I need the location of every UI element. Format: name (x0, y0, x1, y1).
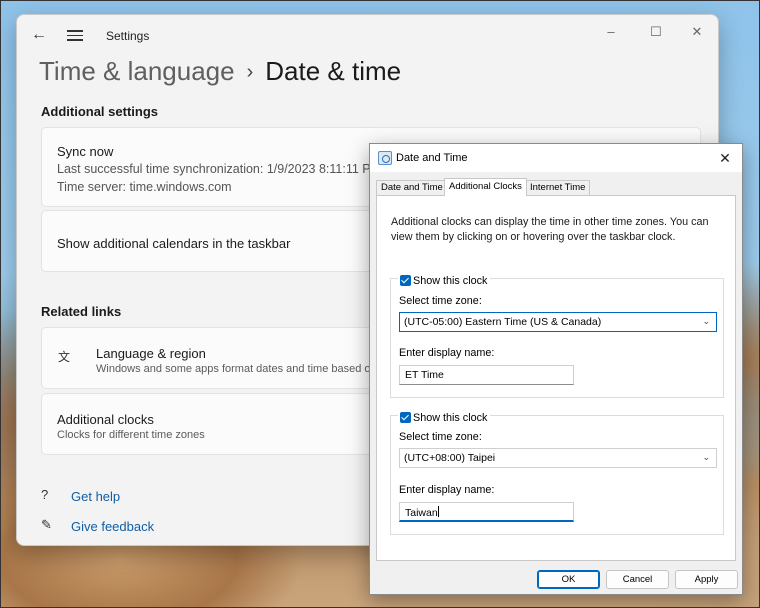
tab-additional-clocks[interactable]: Additional Clocks (444, 178, 527, 196)
dialog-close-icon[interactable]: ✕ (716, 149, 734, 167)
display-name-2-value: Taiwan (405, 507, 438, 519)
breadcrumb-parent[interactable]: Time & language (39, 56, 235, 86)
apply-button[interactable]: Apply (675, 570, 738, 589)
show-clock-1-label: Show this clock (413, 274, 488, 287)
give-feedback-link[interactable]: Give feedback (71, 519, 154, 534)
timezone-1-select[interactable]: (UTC-05:00) Eastern Time (US & Canada) ⌄ (399, 312, 717, 332)
show-clock-1-checkbox[interactable]: Show this clock (398, 272, 491, 287)
dialog-title: Date and Time (396, 152, 468, 164)
dialog-titlebar: Date and Time ✕ (370, 144, 742, 172)
checkbox-checked-icon (400, 275, 411, 287)
language-icon: 文 (58, 350, 71, 364)
timezone-1-label: Select time zone: (399, 295, 482, 307)
additional-clocks-title: Additional clocks (57, 412, 154, 427)
feedback-icon: ✎ (41, 517, 52, 532)
show-clock-2-checkbox[interactable]: Show this clock (398, 409, 491, 424)
timezone-2-label: Select time zone: (399, 431, 482, 443)
back-arrow-icon[interactable]: ← (31, 27, 47, 43)
tab-internet-time[interactable]: Internet Time (525, 180, 591, 195)
show-clock-2-label: Show this clock (413, 411, 488, 424)
settings-titlebar: ← Settings – ☐ ✕ (17, 15, 718, 57)
display-name-1-input[interactable]: ET Time (399, 365, 574, 385)
checkbox-checked-icon (400, 412, 411, 424)
related-links-heading: Related links (41, 304, 122, 319)
text-caret (437, 506, 439, 517)
sync-now-title: Sync now (57, 144, 114, 159)
chevron-down-icon: ⌄ (702, 316, 710, 326)
window-title: Settings (106, 29, 150, 43)
timezone-1-value: (UTC-05:00) Eastern Time (US & Canada) (404, 316, 602, 328)
tab-date-and-time[interactable]: Date and Time (376, 180, 448, 195)
hamburger-menu-icon[interactable] (67, 27, 83, 43)
maximize-icon[interactable]: ☐ (641, 21, 671, 43)
display-name-2-label: Enter display name: (399, 484, 495, 496)
breadcrumb: Time & language › Date & time (39, 56, 401, 87)
get-help-link[interactable]: Get help (71, 489, 120, 504)
clock-group-1: Show this clock Select time zone: (UTC-0… (390, 272, 724, 398)
display-name-1-label: Enter display name: (399, 347, 495, 359)
minimize-icon[interactable]: – (596, 21, 626, 43)
language-region-title: Language & region (96, 346, 206, 361)
cancel-button[interactable]: Cancel (606, 570, 669, 589)
ok-button[interactable]: OK (537, 570, 600, 589)
display-name-2-input[interactable]: Taiwan (399, 502, 574, 522)
additional-calendars-title: Show additional calendars in the taskbar (57, 236, 291, 251)
additional-settings-heading: Additional settings (41, 104, 158, 119)
date-time-dialog: Date and Time ✕ Date and Time Additional… (369, 143, 743, 595)
close-icon[interactable]: ✕ (682, 21, 712, 43)
clock-group-2: Show this clock Select time zone: (UTC+0… (390, 409, 724, 535)
page-title: Date & time (265, 56, 402, 86)
panel-description: Additional clocks can display the time i… (391, 216, 709, 243)
help-icon: ? (41, 487, 49, 502)
chevron-down-icon: ⌄ (702, 452, 710, 462)
last-sync-text: Last successful time synchronization: 1/… (57, 162, 382, 176)
breadcrumb-separator: › (246, 61, 254, 83)
timezone-2-value: (UTC+08:00) Taipei (404, 452, 496, 464)
clock-icon (378, 151, 392, 165)
timezone-2-select[interactable]: (UTC+08:00) Taipei ⌄ (399, 448, 717, 468)
time-server-text: Time server: time.windows.com (57, 180, 232, 194)
additional-clocks-subtitle: Clocks for different time zones (57, 429, 205, 441)
additional-clocks-panel: Additional clocks can display the time i… (376, 195, 736, 561)
